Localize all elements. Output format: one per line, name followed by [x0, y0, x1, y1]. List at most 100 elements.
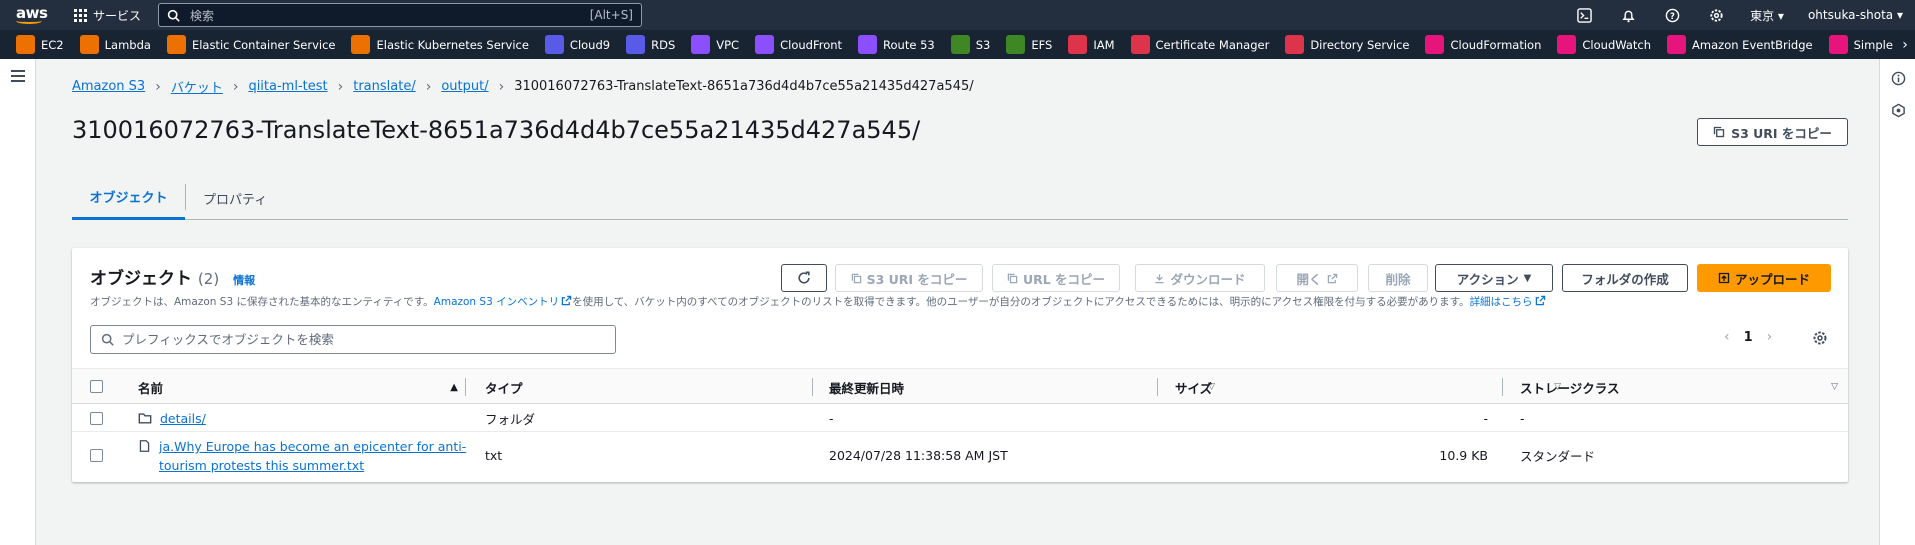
- favorite-elastic-container-service[interactable]: Elastic Container Service: [151, 35, 335, 54]
- download-icon: [1155, 273, 1165, 283]
- info-link[interactable]: 情報: [233, 274, 255, 287]
- copy-s3-uri-button[interactable]: S3 URI をコピー: [1697, 118, 1848, 146]
- favorite-cloudformation[interactable]: CloudFormation: [1409, 35, 1541, 54]
- service-icon: [691, 35, 711, 54]
- inventory-link[interactable]: Amazon S3 インベントリ: [434, 295, 572, 308]
- status-icon[interactable]: [1890, 102, 1906, 118]
- row-checkbox[interactable]: [90, 412, 103, 425]
- account-menu[interactable]: ohtsuka-shota ▾: [1796, 8, 1915, 22]
- copy-icon: [851, 273, 861, 283]
- favorite-route-53[interactable]: Route 53: [842, 35, 935, 54]
- global-search-input[interactable]: 検索 [Alt+S]: [158, 3, 642, 27]
- external-link-icon: [1327, 273, 1337, 283]
- chevron-left-icon[interactable]: ‹: [1724, 329, 1730, 345]
- create-folder-button[interactable]: フォルダの作成: [1562, 264, 1688, 292]
- favorite-directory-service[interactable]: Directory Service: [1269, 35, 1409, 54]
- chevron-right-icon: ›: [155, 78, 161, 95]
- favorite-amazon-eventbridge[interactable]: Amazon EventBridge: [1651, 35, 1813, 54]
- favorite-rds[interactable]: RDS: [610, 35, 675, 54]
- favorite-iam[interactable]: IAM: [1052, 35, 1115, 54]
- gear-icon[interactable]: [1694, 0, 1738, 30]
- download-button[interactable]: ダウンロード: [1135, 264, 1265, 292]
- page-number[interactable]: 1: [1744, 330, 1753, 345]
- favorite-elastic-kubernetes-service[interactable]: Elastic Kubernetes Service: [335, 35, 529, 54]
- breadcrumb-translate[interactable]: translate/: [353, 79, 415, 94]
- svg-text:?: ?: [1670, 10, 1675, 20]
- breadcrumb-current: 310016072763-TranslateText-8651a736d4d4b…: [514, 79, 974, 94]
- top-navigation: aws サービス 検索 [Alt+S] ? 東京 ▾ ohtsuka-shota…: [0, 0, 1915, 30]
- select-all-checkbox[interactable]: [90, 380, 103, 393]
- favorite-cloudfront[interactable]: CloudFront: [739, 35, 842, 54]
- favorite-ec2[interactable]: EC2: [0, 35, 64, 54]
- file-icon: [139, 440, 150, 452]
- chevron-right-icon: ›: [337, 78, 344, 95]
- caret-down-icon: ▾: [1777, 8, 1784, 23]
- object-type: txt: [485, 447, 503, 463]
- help-icon[interactable]: ?: [1650, 0, 1694, 30]
- aws-logo[interactable]: aws: [0, 0, 58, 30]
- favorite-cloudwatch[interactable]: CloudWatch: [1541, 35, 1651, 54]
- object-size: -: [1483, 410, 1488, 426]
- breadcrumb-amazon-s3[interactable]: Amazon S3: [72, 79, 145, 94]
- service-icon: [1425, 35, 1445, 54]
- service-icon: [544, 35, 564, 54]
- upload-button[interactable]: アップロード: [1697, 264, 1831, 292]
- favorite-efs[interactable]: EFS: [990, 35, 1052, 54]
- column-header-storage-class[interactable]: ストレージクラス ▽: [1520, 369, 1848, 405]
- table-settings-gear-icon[interactable]: [1812, 330, 1828, 346]
- chevron-right-icon[interactable]: ›: [1895, 30, 1915, 59]
- folder-icon: [138, 413, 152, 424]
- info-circle-icon[interactable]: [1890, 70, 1906, 86]
- chevron-right-icon: ›: [498, 78, 505, 95]
- breadcrumb-bucket[interactable]: qiita-ml-test: [248, 79, 327, 94]
- object-name-link[interactable]: ja.Why Europe has become an epicenter fo…: [159, 437, 466, 475]
- delete-button[interactable]: 削除: [1368, 264, 1428, 292]
- caret-down-icon: ▾: [1896, 8, 1903, 22]
- favorite-vpc[interactable]: VPC: [675, 35, 739, 54]
- services-menu-button[interactable]: サービス: [74, 0, 141, 30]
- table-header: 名前 ▲ タイプ ▽ 最終更新日時 ▽ サイズ ▽ ストレージクラス ▽: [72, 368, 1848, 404]
- menu-icon[interactable]: [11, 70, 25, 82]
- chevron-right-icon[interactable]: ›: [1767, 329, 1773, 345]
- breadcrumb-output[interactable]: output/: [441, 79, 488, 94]
- region-selector[interactable]: 東京 ▾: [1738, 7, 1796, 24]
- object-name-link[interactable]: details/: [160, 411, 206, 426]
- favorite-lambda[interactable]: Lambda: [64, 35, 151, 54]
- left-rail: [0, 59, 36, 545]
- column-header-size[interactable]: サイズ ▽: [1175, 369, 1571, 405]
- favorite-cloud9[interactable]: Cloud9: [529, 35, 610, 54]
- service-icon: [166, 35, 186, 54]
- service-icon: [1285, 35, 1305, 54]
- column-header-type[interactable]: タイプ ▽: [485, 369, 881, 405]
- row-checkbox[interactable]: [90, 449, 103, 462]
- object-search-input[interactable]: [90, 325, 616, 354]
- sort-icon: ▽: [1831, 382, 1838, 392]
- chevron-right-icon: ›: [232, 78, 239, 95]
- actions-dropdown[interactable]: アクション ▼: [1435, 264, 1553, 292]
- learn-more-link[interactable]: 詳細はこちら: [1470, 295, 1546, 308]
- service-icon: [950, 35, 970, 54]
- panel-description: オブジェクトは、Amazon S3 に保存された基本的なエンティティです。Ama…: [90, 294, 1546, 309]
- copy-icon: [1713, 126, 1725, 138]
- refresh-button[interactable]: [781, 264, 827, 292]
- copy-url-button[interactable]: URL をコピー: [992, 264, 1120, 292]
- service-icon: [1667, 35, 1687, 54]
- favorite-certificate-manager[interactable]: Certificate Manager: [1115, 35, 1269, 54]
- panel-title: オブジェクト (2) 情報: [90, 269, 256, 289]
- table-row: ja.Why Europe has become an epicenter fo…: [72, 432, 1848, 478]
- refresh-icon: [798, 271, 810, 284]
- tab-properties[interactable]: プロパティ: [203, 176, 267, 220]
- tab-objects[interactable]: オブジェクト: [72, 176, 185, 220]
- object-search-field[interactable]: [122, 332, 602, 347]
- copy-s3-uri-button-disabled[interactable]: S3 URI をコピー: [835, 264, 983, 292]
- cloudshell-icon[interactable]: [1562, 0, 1606, 30]
- column-header-name[interactable]: 名前 ▲: [138, 369, 468, 405]
- bell-icon[interactable]: [1606, 0, 1650, 30]
- breadcrumb-buckets[interactable]: バケット: [171, 77, 223, 96]
- breadcrumb: Amazon S3 › バケット › qiita-ml-test › translat…: [72, 77, 974, 97]
- column-header-last-modified[interactable]: 最終更新日時 ▽: [829, 369, 1225, 405]
- open-button[interactable]: 開く: [1276, 264, 1358, 292]
- favorite-s3[interactable]: S3: [935, 35, 990, 54]
- chevron-right-icon: ›: [425, 78, 432, 95]
- copy-icon: [1007, 273, 1018, 283]
